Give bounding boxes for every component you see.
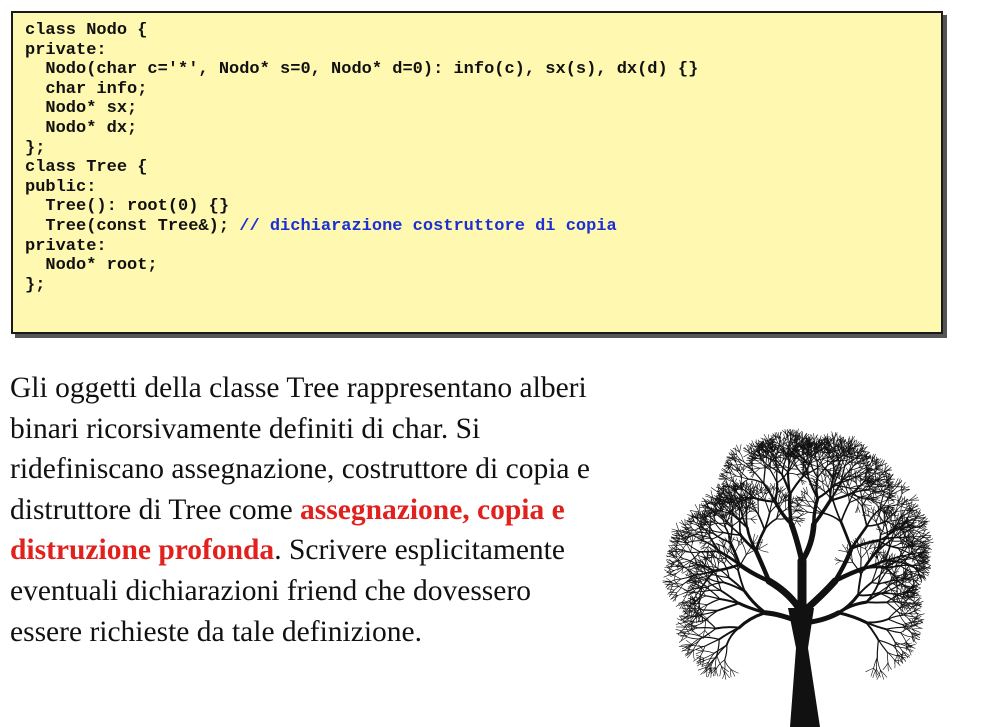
code-line: Tree(): root(0) {}	[25, 197, 230, 217]
code-line: Nodo* sx;	[25, 99, 138, 119]
description-line: distruttore di Tree come assegnazione, c…	[10, 490, 700, 531]
tree-icon	[642, 398, 972, 727]
description-line: distruzione profonda. Scrivere esplicita…	[10, 530, 700, 571]
code-line: };	[25, 275, 46, 295]
copy-constructor-line: Tree(const Tree&); // dichiarazione cost…	[25, 217, 929, 237]
description-line: essere richieste da tale definizione.	[10, 615, 422, 648]
tree-illustration	[662, 428, 934, 727]
description-line: Gli oggetti della classe Tree rappresent…	[10, 372, 587, 404]
highlighted-requirement: distruzione profonda	[10, 534, 275, 567]
description-line: ridefiniscano assegnazione, costruttore …	[10, 453, 590, 486]
description-text: . Scrivere esplicitamente	[274, 534, 565, 567]
exercise-description: Gli oggetti della classe Tree rappresent…	[10, 368, 700, 652]
code-line: class Tree {	[25, 158, 148, 178]
highlighted-requirement: assegnazione, copia e	[300, 493, 565, 526]
code-comment: // dichiarazione costruttore di copia	[229, 216, 617, 236]
description-line: binari ricorsivamente definiti di char. …	[10, 412, 481, 445]
code-line: private:	[25, 236, 107, 256]
code-line: };	[25, 138, 46, 158]
code-line: Nodo* dx;	[25, 118, 138, 138]
code-line: Nodo(char c='*', Nodo* s=0, Nodo* d=0): …	[25, 60, 699, 80]
code-line: Nodo* root;	[25, 256, 158, 276]
description-line: eventuali dichiarazioni friend che doves…	[10, 574, 531, 607]
code-line: class Nodo {	[25, 21, 148, 40]
code-line: private:	[25, 40, 107, 60]
code-block: class Nodo { private: Nodo(char c='*', N…	[11, 11, 943, 334]
code-line: public:	[25, 177, 97, 197]
code-line: char info;	[25, 79, 148, 99]
description-text: distruttore di Tree come	[10, 493, 301, 526]
copy-constructor-code: Tree(const Tree&);	[25, 216, 230, 236]
